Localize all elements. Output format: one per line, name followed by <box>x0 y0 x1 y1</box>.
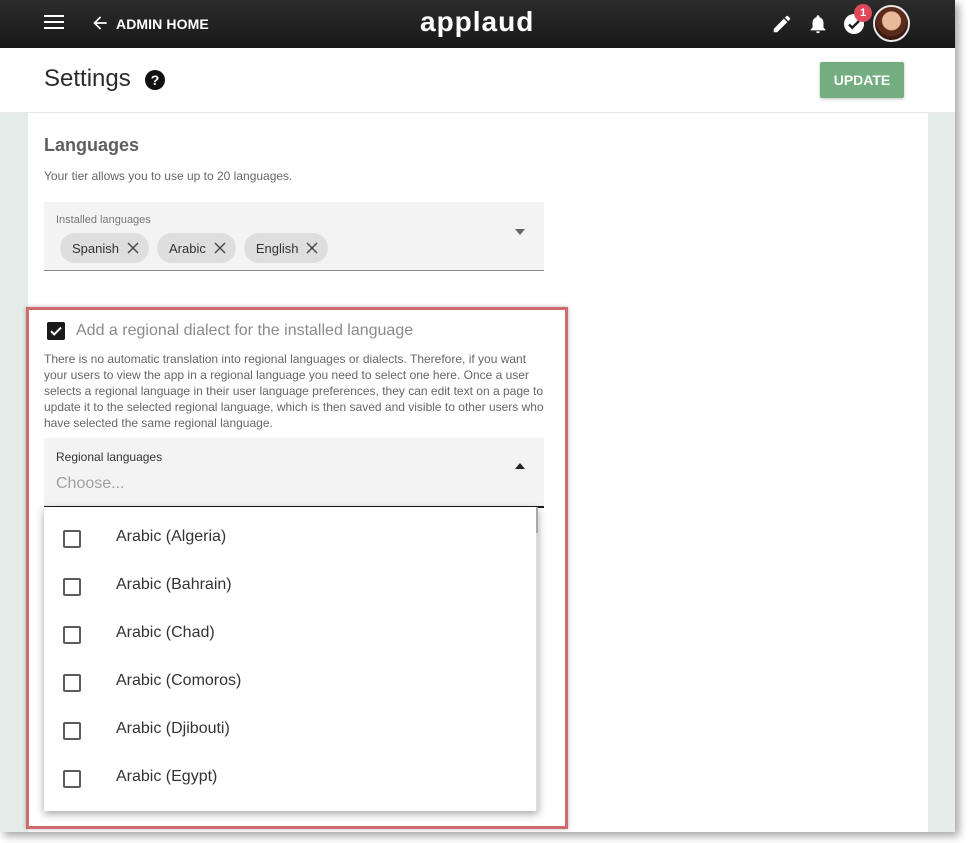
chip-label: Spanish <box>72 240 119 256</box>
option-label: Arabic (Egypt) <box>116 768 218 785</box>
close-icon[interactable] <box>127 242 139 254</box>
language-chip: Spanish <box>60 233 149 263</box>
scrollbar[interactable] <box>536 507 538 811</box>
list-item[interactable]: Arabic (Algeria) <box>44 515 534 563</box>
regional-languages-select[interactable]: Regional languages Choose... <box>44 438 544 508</box>
regional-languages-label: Regional languages <box>56 450 163 464</box>
tier-limit-text: Your tier allows you to use up to 20 lan… <box>44 169 293 183</box>
language-chip: Arabic <box>156 233 236 263</box>
regional-languages-dropdown: Arabic (Algeria) Arabic (Bahrain) Arabic… <box>44 507 538 811</box>
checkbox-icon[interactable] <box>63 674 81 692</box>
app-logo: applaud <box>420 6 535 37</box>
close-icon[interactable] <box>306 242 318 254</box>
regional-dialect-checkbox-label[interactable]: Add a regional dialect for the installed… <box>76 322 413 340</box>
settings-card: Languages Your tier allows you to use up… <box>26 113 928 832</box>
languages-heading: Languages <box>44 135 140 155</box>
menu-icon[interactable] <box>44 15 64 33</box>
regional-languages-placeholder[interactable]: Choose... <box>56 475 124 493</box>
notification-badge: 1 <box>854 4 872 22</box>
list-item[interactable]: Arabic (Egypt) <box>44 755 534 803</box>
checkbox-icon[interactable] <box>63 530 81 548</box>
language-chip: English <box>243 233 329 263</box>
top-bar: ADMIN HOME applaud 1 <box>0 0 955 48</box>
regional-dialect-description: There is no automatic translation into r… <box>44 352 544 430</box>
caret-up-icon[interactable] <box>515 463 525 469</box>
chip-label: Arabic <box>168 240 206 256</box>
checkbox-icon[interactable] <box>63 770 81 788</box>
checkbox-icon[interactable] <box>63 626 81 644</box>
option-label: Arabic (Chad) <box>116 624 215 641</box>
page-header: Settings ? UPDATE <box>0 48 955 113</box>
page-title: Settings <box>44 65 131 92</box>
admin-home-link[interactable]: ADMIN HOME <box>116 16 209 32</box>
pencil-icon[interactable] <box>771 13 793 35</box>
update-button[interactable]: UPDATE <box>820 62 904 98</box>
installed-languages-label: Installed languages <box>56 214 151 226</box>
back-arrow-icon[interactable] <box>90 13 110 33</box>
avatar[interactable] <box>873 5 910 42</box>
list-item[interactable]: Arabic (Bahrain) <box>44 563 534 611</box>
help-icon[interactable]: ? <box>145 70 165 90</box>
list-item[interactable]: Arabic (Comoros) <box>44 659 534 707</box>
close-icon[interactable] <box>214 242 226 254</box>
installed-languages-field[interactable]: Installed languages Spanish Arabic Engli… <box>44 202 544 271</box>
option-label: Arabic (Algeria) <box>116 528 227 545</box>
list-item[interactable]: Arabic (Djibouti) <box>44 707 534 755</box>
checkbox-icon[interactable] <box>63 578 81 596</box>
option-label: Arabic (Djibouti) <box>116 720 230 737</box>
app-window: ADMIN HOME applaud 1 Settings ? UPDATE L… <box>0 0 955 832</box>
option-label: Arabic (Bahrain) <box>116 576 232 593</box>
bell-icon[interactable] <box>807 12 829 36</box>
installed-language-chips: Spanish Arabic English <box>60 233 329 263</box>
option-label: Arabic (Comoros) <box>116 672 242 689</box>
checkbox-icon[interactable] <box>63 722 81 740</box>
checkbox-icon[interactable] <box>47 322 65 340</box>
scrollbar-thumb[interactable] <box>536 507 538 533</box>
chip-label: English <box>255 240 299 256</box>
caret-down-icon[interactable] <box>515 229 525 235</box>
list-item[interactable]: Arabic (Chad) <box>44 611 534 659</box>
